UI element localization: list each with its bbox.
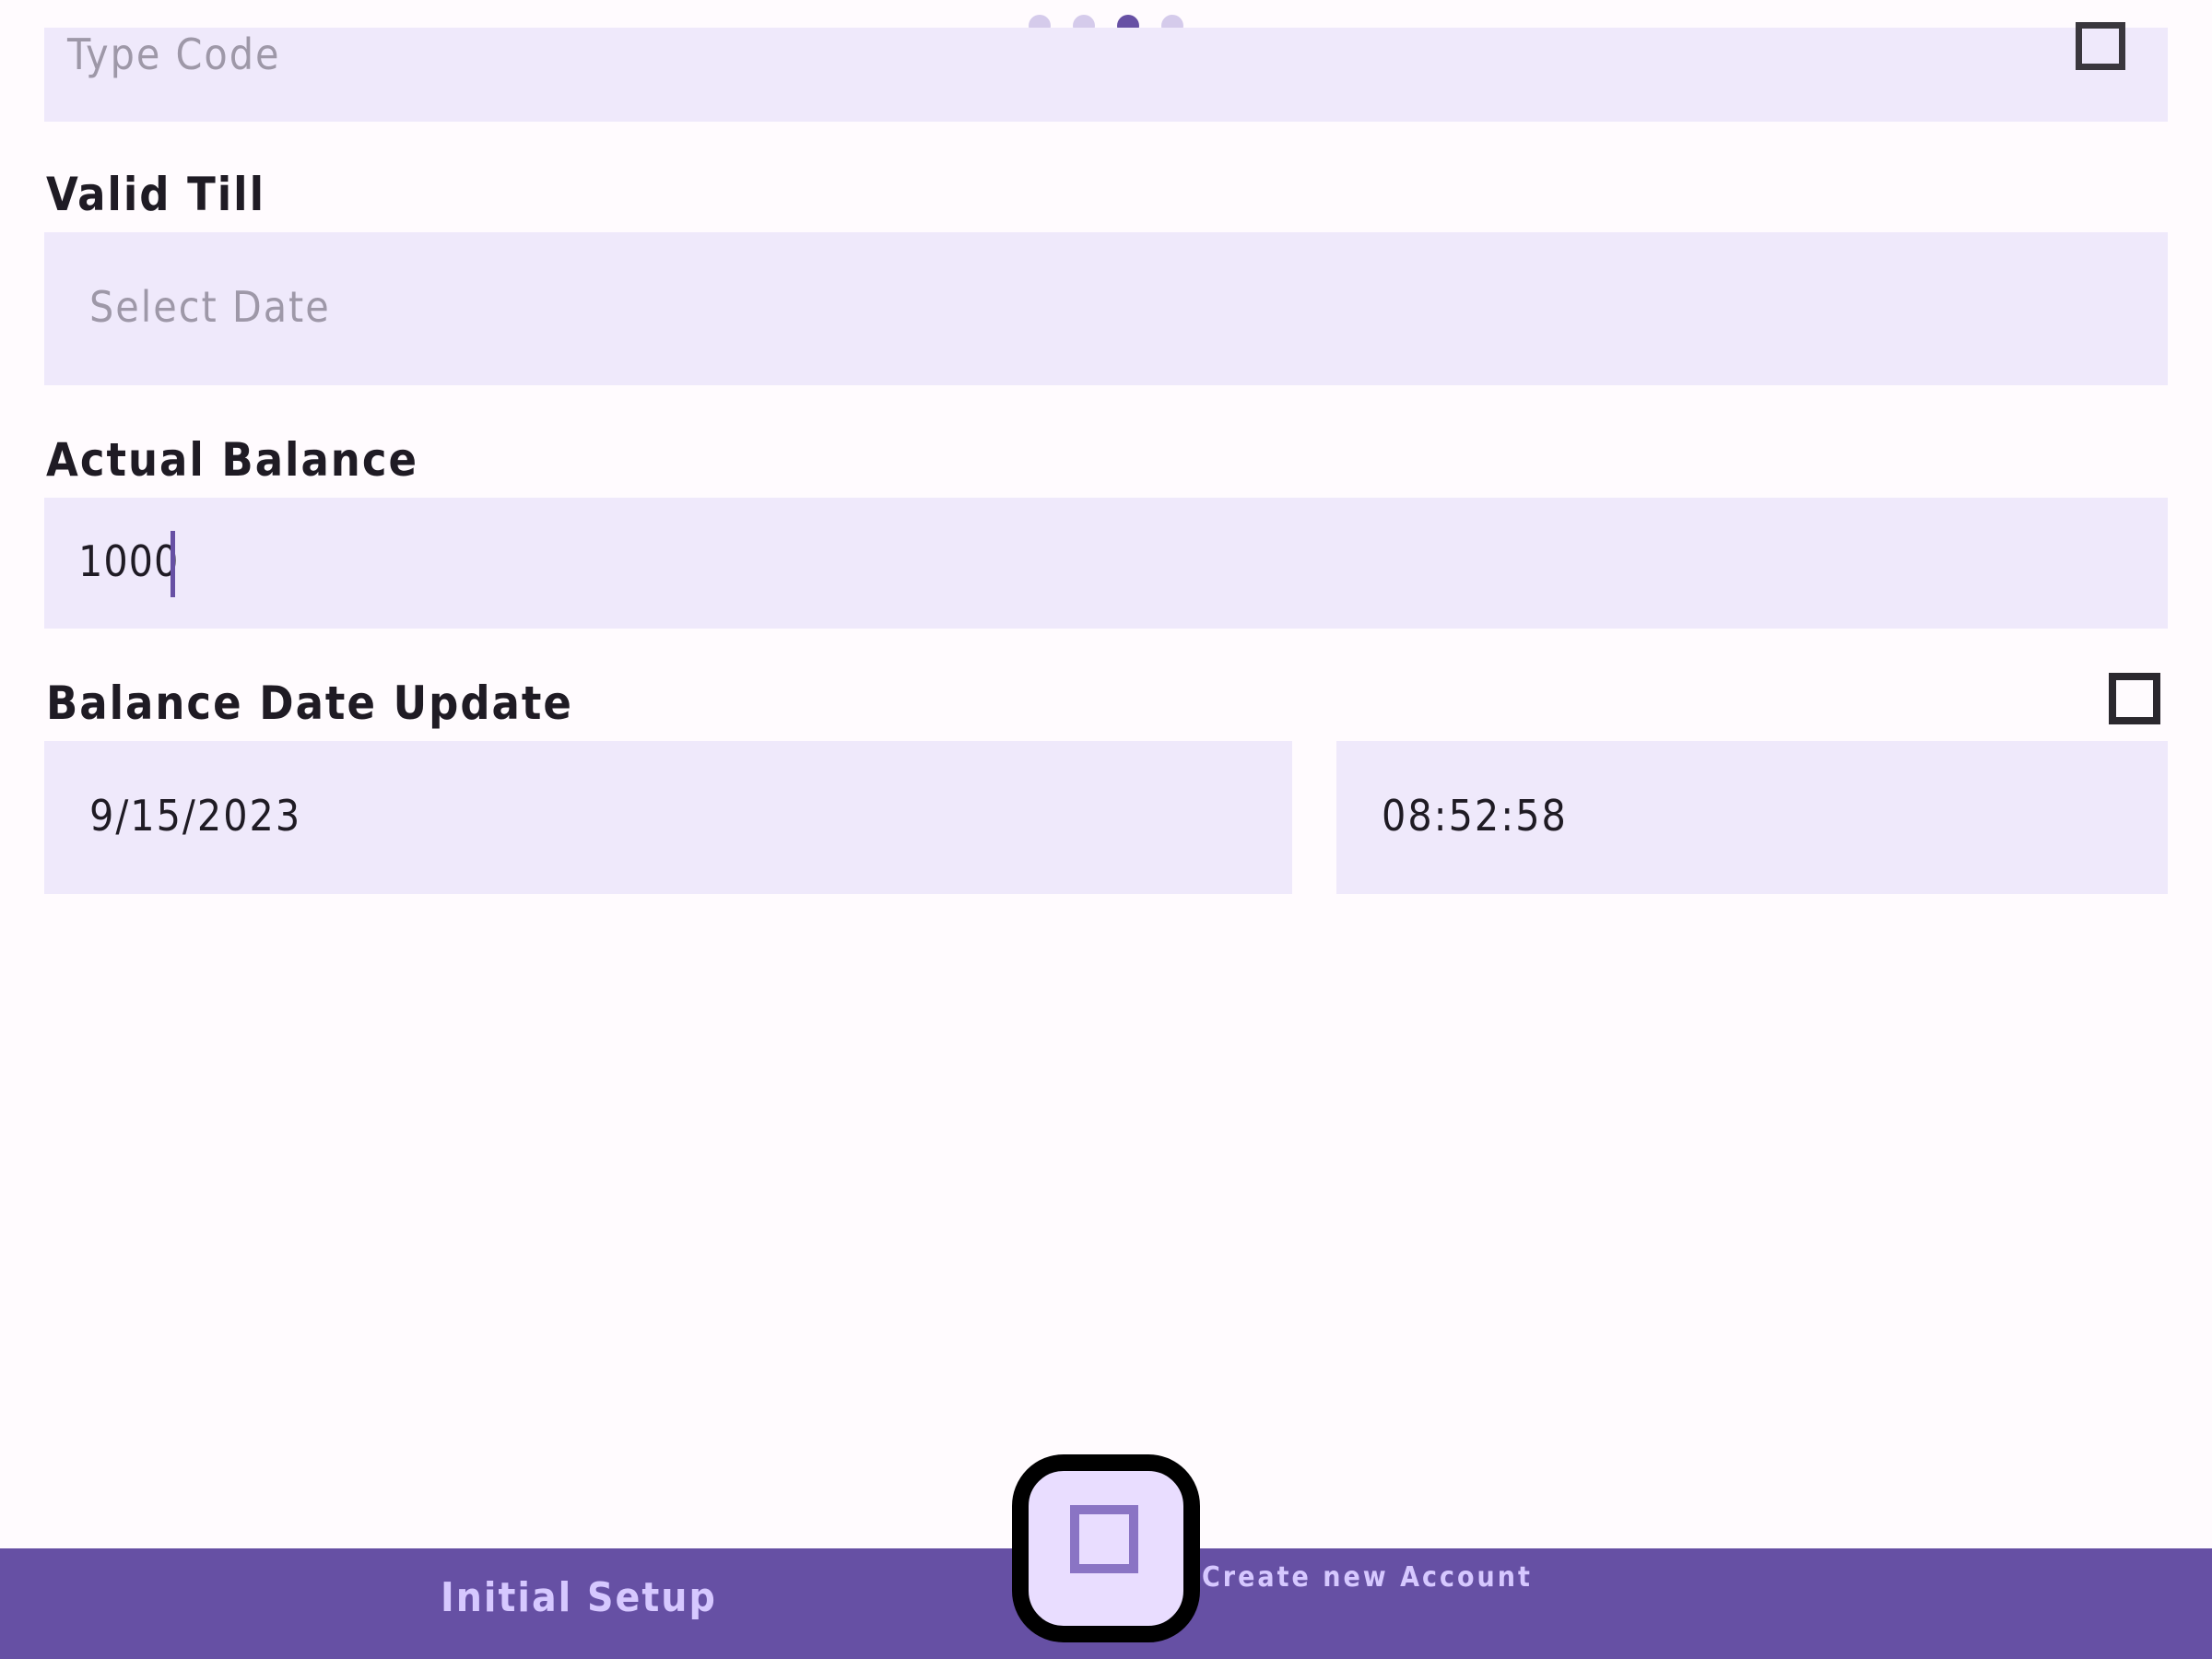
type-code-placeholder: Type Code [67,29,281,79]
text-cursor [171,531,175,597]
balance-time-value: 08:52:58 [1382,791,1568,841]
balance-date-field[interactable]: 9/15/2023 [44,741,1292,894]
balance-date-value: 9/15/2023 [89,791,302,841]
nav-create-new-account[interactable]: Create new Account [1202,1561,1533,1594]
actual-balance-value: 1000 [78,536,180,586]
type-code-field[interactable]: Type Code [44,28,2168,122]
create-account-fab[interactable] [1012,1454,1200,1642]
type-code-checkbox[interactable] [2076,22,2125,70]
actual-balance-label: Actual Balance [46,433,419,487]
nav-initial-setup[interactable]: Initial Setup [441,1574,717,1621]
valid-till-label: Valid Till [46,168,265,221]
actual-balance-input[interactable]: 1000 [44,498,2168,629]
account-form-page: Type Code Valid Till Select Date Actual … [0,0,2212,1659]
balance-time-field[interactable]: 08:52:58 [1336,741,2168,894]
square-icon [1070,1505,1138,1573]
balance-date-update-label: Balance Date Update [46,677,573,730]
valid-till-date-field[interactable]: Select Date [44,232,2168,385]
valid-till-placeholder: Select Date [89,282,331,332]
balance-date-update-checkbox[interactable] [2109,673,2160,724]
